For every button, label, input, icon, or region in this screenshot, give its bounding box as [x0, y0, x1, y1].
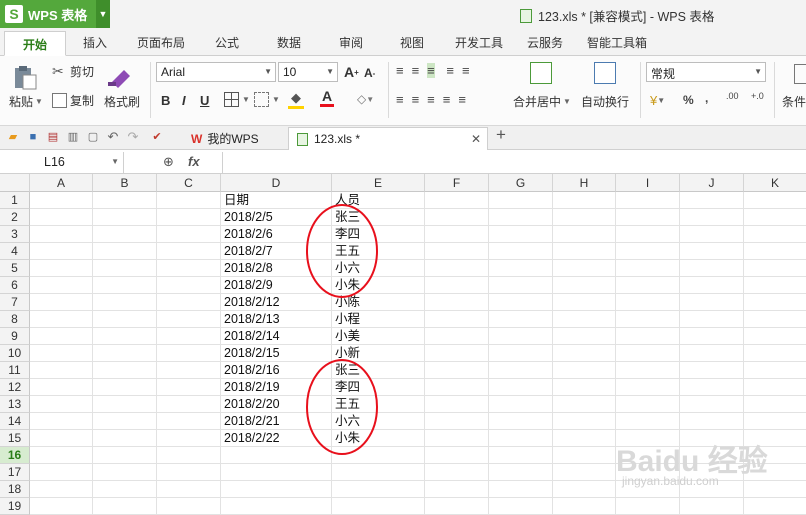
- annotation-layer: [306, 204, 378, 455]
- red-circle-annotation: [306, 359, 378, 455]
- watermark-url: jingyan.baidu.com: [622, 474, 719, 488]
- red-circle-annotation: [306, 204, 378, 298]
